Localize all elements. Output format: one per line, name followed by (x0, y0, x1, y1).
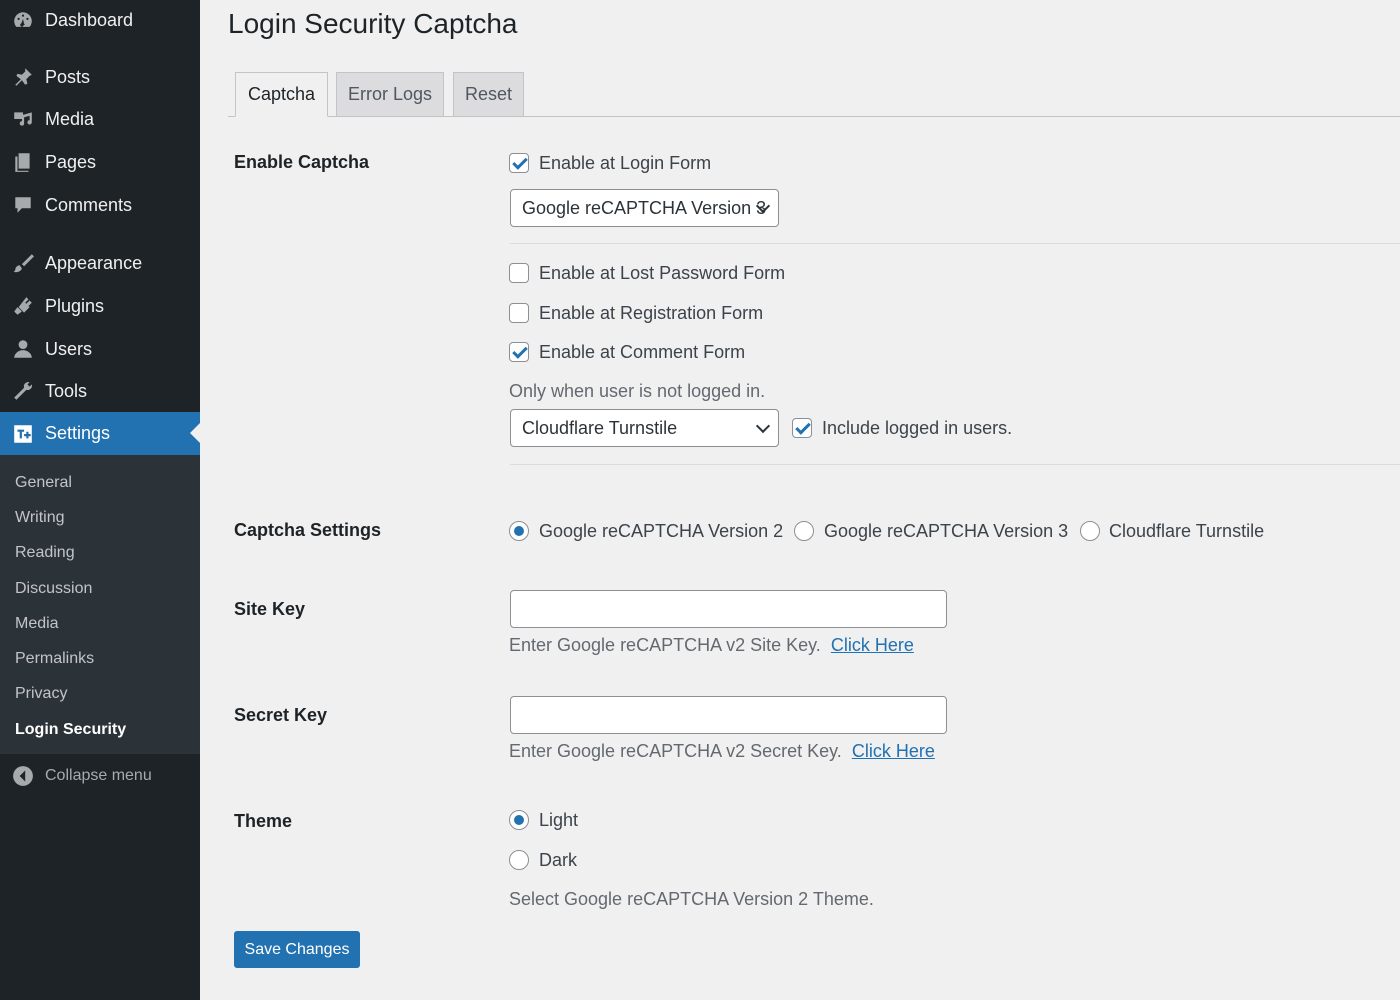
sidebar-item-appearance[interactable]: Appearance (0, 242, 200, 284)
pages-icon (11, 150, 35, 174)
settings-submenu: General Writing Reading Discussion Media… (0, 455, 200, 754)
comment-form-checkbox[interactable] (509, 342, 529, 362)
divider (510, 243, 1400, 244)
sidebar-item-label: Plugins (45, 295, 105, 316)
submenu-item-general[interactable]: General (15, 474, 72, 492)
captcha-turnstile-label: Cloudflare Turnstile (1109, 521, 1265, 541)
theme-label: Theme (234, 811, 293, 831)
comment-captcha-select-value: Cloudflare Turnstile (522, 417, 678, 438)
site-key-label: Site Key (234, 599, 306, 619)
sidebar-item-label: Settings (45, 423, 111, 443)
registration-label: Enable at Registration Form (539, 303, 764, 323)
captcha-v2-radio[interactable] (509, 521, 529, 541)
sidebar-item-label: Pages (45, 151, 97, 172)
lost-password-checkbox[interactable] (509, 263, 529, 283)
sidebar-item-label: Posts (45, 66, 91, 87)
sidebar-item-posts[interactable]: Posts (0, 56, 200, 98)
tab-captcha[interactable]: Captcha (235, 72, 328, 117)
secret-key-input[interactable] (510, 696, 947, 734)
sidebar-item-settings[interactable]: Settings (0, 412, 200, 455)
submenu-item-reading[interactable]: Reading (15, 544, 75, 562)
theme-dark-label: Dark (539, 850, 578, 870)
sidebar-item-comments[interactable]: Comments (0, 184, 200, 226)
comment-captcha-select[interactable]: Cloudflare Turnstile (510, 409, 779, 447)
sidebar-item-pages[interactable]: Pages (0, 141, 200, 183)
theme-light-label: Light (539, 810, 579, 830)
site-key-desc: Enter Google reCAPTCHA v2 Site Key. Clic… (509, 635, 914, 656)
comment-icon (11, 193, 35, 217)
plugin-icon (11, 294, 35, 318)
page-title: Login Security Captcha (228, 8, 518, 39)
collapse-menu-label: Collapse menu (45, 767, 152, 784)
site-key-link[interactable]: Click Here (831, 635, 914, 655)
tab-reset[interactable]: Reset (453, 72, 524, 117)
comment-note: Only when user is not logged in. (509, 381, 766, 401)
sidebar-item-users[interactable]: Users (0, 328, 200, 370)
captcha-turnstile-radio[interactable] (1080, 521, 1100, 541)
sidebar-item-label: Tools (45, 380, 88, 401)
site-key-input[interactable] (510, 590, 947, 628)
collapse-menu-button[interactable]: Collapse menu (0, 758, 200, 794)
sidebar-item-media[interactable]: Media (0, 98, 200, 140)
submenu-item-discussion[interactable]: Discussion (15, 580, 92, 598)
user-icon (11, 337, 35, 361)
submenu-item-permalinks[interactable]: Permalinks (15, 650, 94, 668)
tab-bar: Captcha Error Logs Reset (228, 72, 1400, 117)
wrench-icon (11, 379, 35, 403)
sidebar-item-label: Media (45, 108, 95, 129)
login-captcha-select-value: Google reCAPTCHA Version 3 (522, 197, 767, 218)
sidebar-item-label: Comments (45, 194, 133, 215)
submenu-item-privacy[interactable]: Privacy (15, 685, 67, 703)
secret-key-link[interactable]: Click Here (852, 741, 935, 761)
theme-light-radio[interactable] (509, 810, 529, 830)
brush-icon (11, 251, 35, 275)
registration-checkbox[interactable] (509, 303, 529, 323)
sidebar-item-dashboard[interactable]: Dashboard (0, 0, 200, 40)
theme-dark-radio[interactable] (509, 850, 529, 870)
captcha-settings-label: Captcha Settings (234, 520, 382, 540)
login-captcha-select[interactable]: Google reCAPTCHA Version 3 (510, 189, 779, 227)
submenu-item-login-security[interactable]: Login Security (15, 721, 126, 739)
include-logged-in-checkbox[interactable] (792, 418, 812, 438)
dashboard-icon (11, 8, 35, 32)
media-icon (11, 107, 35, 131)
site-key-desc-text: Enter Google reCAPTCHA v2 Site Key. (509, 635, 821, 655)
settings-icon (11, 422, 35, 446)
lost-password-label: Enable at Lost Password Form (539, 263, 786, 283)
sidebar-item-label: Users (45, 338, 93, 359)
secret-key-desc: Enter Google reCAPTCHA v2 Secret Key. Cl… (509, 741, 935, 762)
save-changes-button[interactable]: Save Changes (234, 931, 360, 968)
login-form-label: Enable at Login Form (539, 153, 712, 173)
include-logged-in-label: Include logged in users. (822, 418, 1013, 438)
theme-desc: Select Google reCAPTCHA Version 2 Theme. (509, 889, 874, 909)
sidebar-item-tools[interactable]: Tools (0, 370, 200, 412)
submenu-item-writing[interactable]: Writing (15, 509, 65, 527)
enable-captcha-label: Enable Captcha (234, 152, 370, 172)
pin-icon (11, 65, 35, 89)
sidebar-item-plugins[interactable]: Plugins (0, 285, 200, 327)
captcha-v3-label: Google reCAPTCHA Version 3 (824, 521, 1069, 541)
collapse-arrow-icon (11, 764, 35, 788)
admin-sidebar: Dashboard Posts Media Pages Comments App… (0, 0, 200, 1000)
secret-key-desc-text: Enter Google reCAPTCHA v2 Secret Key. (509, 741, 842, 761)
sidebar-item-label: Dashboard (45, 9, 134, 30)
submenu-item-media[interactable]: Media (15, 615, 59, 633)
sidebar-item-label: Appearance (45, 252, 143, 273)
captcha-v3-radio[interactable] (794, 521, 814, 541)
login-form-checkbox[interactable] (509, 153, 529, 173)
comment-form-label: Enable at Comment Form (539, 342, 746, 362)
chevron-down-icon (755, 418, 771, 434)
secret-key-label: Secret Key (234, 705, 328, 725)
divider (510, 464, 1400, 465)
captcha-v2-label: Google reCAPTCHA Version 2 (539, 521, 784, 541)
tab-error-logs[interactable]: Error Logs (336, 72, 444, 117)
